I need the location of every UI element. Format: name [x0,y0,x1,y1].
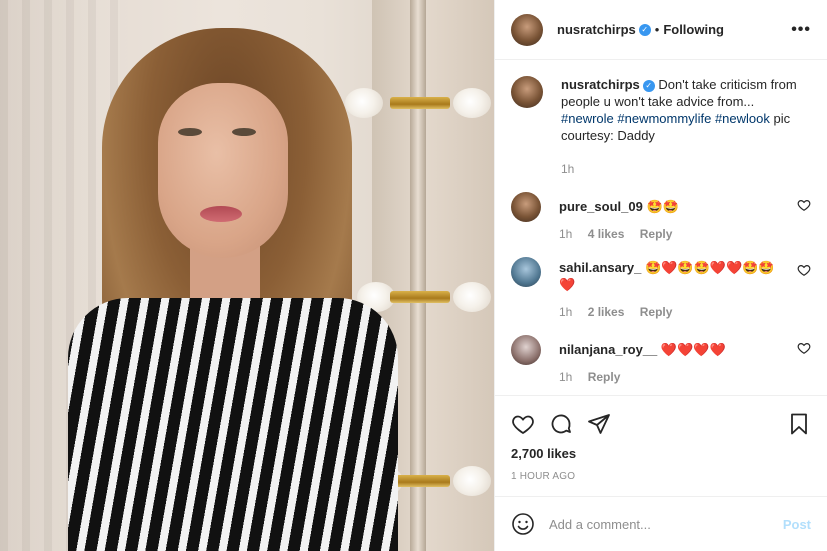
comment-likes[interactable]: 4 likes [588,227,625,241]
post-comment-button[interactable]: Post [783,517,811,532]
post-header: nusratchirps ✓ • Following ••• [495,0,827,60]
commenter-username[interactable]: sahil.ansary_ [559,260,641,275]
caption-avatar[interactable] [511,76,543,108]
following-button[interactable]: Following [663,22,724,37]
comment-item: pure_soul_09 🤩🤩 1h 4 likes Reply [511,192,811,241]
comment-time[interactable]: 1h [559,305,572,319]
reply-button[interactable]: Reply [640,227,673,241]
comment-likes[interactable]: 2 likes [588,305,625,319]
comment-like-heart-icon[interactable] [797,341,811,355]
post-photo[interactable] [0,0,494,551]
comment-body: ❤️❤️❤️❤️ [660,342,726,357]
commenter-avatar[interactable] [511,257,541,287]
likes-count[interactable]: 2,700 likes [511,446,811,461]
author-username[interactable]: nusratchirps [557,22,636,37]
reply-button[interactable]: Reply [640,305,673,319]
add-comment-bar: Post [495,496,827,551]
hashtag-link[interactable]: #newlook [715,111,770,126]
caption-text: nusratchirps ✓ Don't take criticism from … [561,76,803,144]
comment-time[interactable]: 1h [559,370,572,384]
caption-username[interactable]: nusratchirps [561,77,640,92]
comments-list[interactable]: nusratchirps ✓ Don't take criticism from … [495,60,827,395]
verified-badge-icon: ✓ [638,23,651,36]
hashtag-link[interactable]: #newrole [561,111,614,126]
caption-meta: 1h [561,162,803,176]
commenter-avatar[interactable] [511,335,541,365]
reply-button[interactable]: Reply [588,370,621,384]
author-avatar[interactable] [511,13,543,46]
comment-icon[interactable] [549,412,573,436]
commenter-username[interactable]: pure_soul_09 [559,199,643,214]
share-icon[interactable] [587,412,611,436]
comment-like-heart-icon[interactable] [797,198,811,212]
subject-eye-right [232,128,256,136]
hashtag-link[interactable]: #newmommylife [617,111,711,126]
emoji-icon[interactable] [511,512,535,536]
photo-subject [60,28,400,551]
add-comment-input[interactable] [549,516,783,532]
more-options-icon[interactable]: ••• [791,21,811,39]
comment-body: 🤩🤩 [646,199,679,214]
post-timestamp[interactable]: 1 HOUR AGO [511,471,811,482]
comment-text: nilanjana_roy__ ❤️❤️❤️❤️ [559,341,787,358]
verified-badge-icon: ✓ [642,79,655,92]
heart-icon[interactable] [511,412,535,436]
comment-text: pure_soul_09 🤩🤩 [559,198,787,215]
author-line: nusratchirps ✓ • Following [557,22,724,37]
comment-item: sahil.ansary_ 🤩❤️🤩🤩❤️❤️🤩🤩❤️ 1h 2 likes R… [511,257,811,319]
comment-time[interactable]: 1h [559,227,572,241]
bookmark-icon[interactable] [787,412,811,436]
instagram-post-view: nusratchirps ✓ • Following ••• nusratchi… [0,0,827,551]
comment-meta: 1h 2 likes Reply [559,305,787,319]
comment-item: nilanjana_roy__ ❤️❤️❤️❤️ 1h Reply [511,335,811,384]
comment-text: sahil.ansary_ 🤩❤️🤩🤩❤️❤️🤩🤩❤️ [559,259,787,293]
subject-face [158,83,288,258]
caption-time[interactable]: 1h [561,162,574,176]
commenter-avatar[interactable] [511,192,541,222]
separator-dot: • [654,22,660,37]
comment-meta: 1h Reply [559,370,787,384]
subject-lips [200,206,242,222]
post-actions: 2,700 likes 1 HOUR AGO [495,395,827,482]
action-icons [511,404,811,444]
comment-like-heart-icon[interactable] [797,263,811,277]
subject-eye-left [178,128,202,136]
caption: nusratchirps ✓ Don't take criticism from … [511,76,811,176]
comment-meta: 1h 4 likes Reply [559,227,787,241]
subject-striped-shirt [68,298,398,551]
post-side-panel: nusratchirps ✓ • Following ••• nusratchi… [494,0,827,551]
commenter-username[interactable]: nilanjana_roy__ [559,342,657,357]
